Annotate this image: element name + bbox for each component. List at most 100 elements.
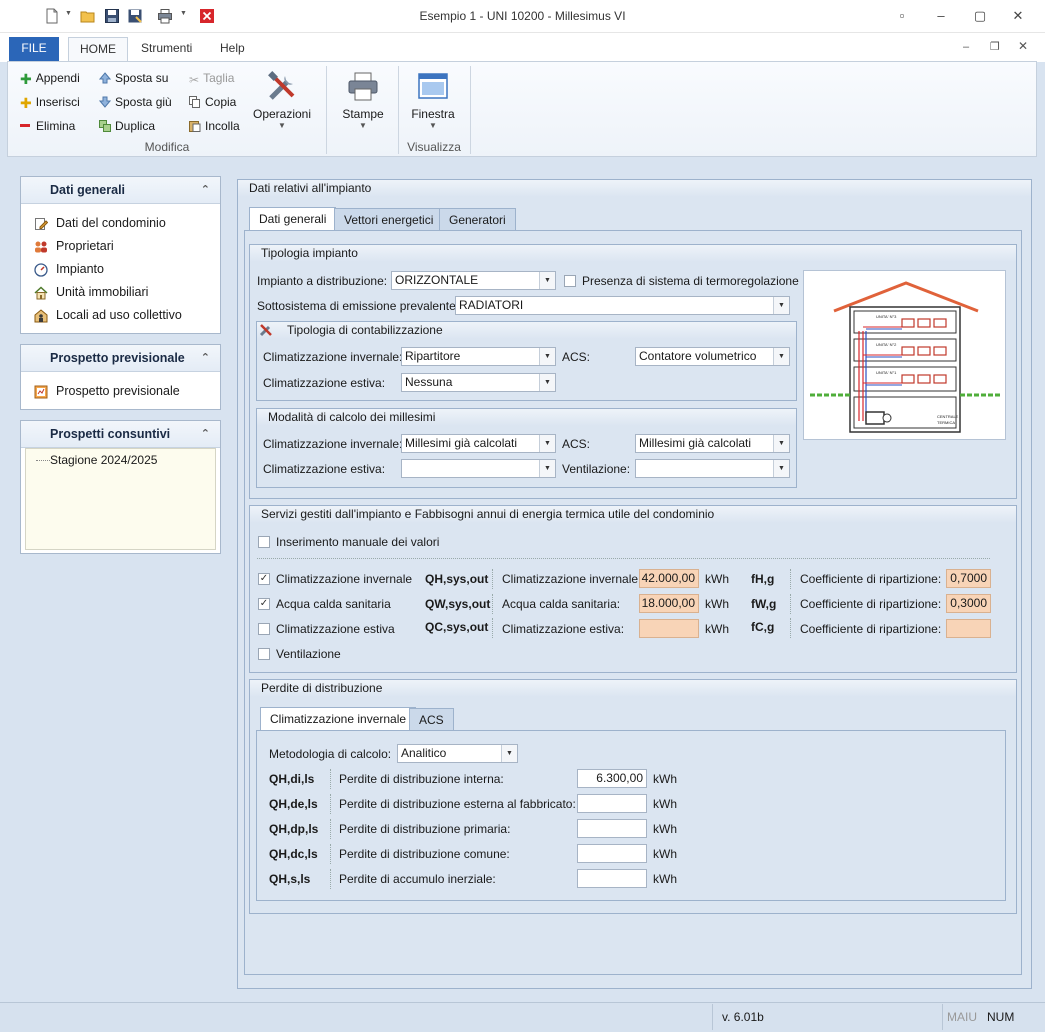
chevron-up-icon[interactable]: ⌃ xyxy=(201,421,210,448)
group-label-visualizza: Visualizza xyxy=(407,140,461,154)
insert-button[interactable]: ✚ Inserisci xyxy=(20,95,80,111)
perdite-comune-field[interactable] xyxy=(577,844,647,863)
minimize-button[interactable]: – xyxy=(931,7,951,25)
contab-inv-label: Climatizzazione invernale: xyxy=(263,350,403,364)
unit-kwh: kWh xyxy=(705,572,729,586)
acs-need-field[interactable]: 18.000,00 xyxy=(639,594,699,613)
metodologia-select[interactable]: Analitico ▼ xyxy=(397,744,518,763)
chevron-down-icon[interactable]: ▼ xyxy=(773,435,789,452)
operations-button[interactable]: Operazioni ▼ xyxy=(250,70,314,130)
distribuzione-label: Impianto a distribuzione: xyxy=(257,274,388,288)
mill-inv-select[interactable]: Millesimi già calcolati ▼ xyxy=(401,434,556,453)
termoregolazione-checkbox[interactable] xyxy=(564,275,576,287)
emissione-select[interactable]: RADIATORI ▼ xyxy=(455,296,790,315)
divider xyxy=(330,869,331,889)
tab-dati-generali[interactable]: Dati generali xyxy=(249,207,337,231)
coef-label: Coefficiente di ripartizione: xyxy=(800,622,942,636)
print-menu-button[interactable]: Stampe ▼ xyxy=(335,70,391,130)
move-up-button[interactable]: Sposta su xyxy=(99,71,168,85)
mill-est-select[interactable]: ▼ xyxy=(401,459,556,478)
duplicate-button[interactable]: Duplica xyxy=(99,119,155,133)
coef-label: Coefficiente di ripartizione: xyxy=(800,597,942,611)
est-service-checkbox[interactable] xyxy=(258,623,270,635)
inv-service-checkbox[interactable]: ✓ xyxy=(258,573,270,585)
ribbon-close-icon[interactable]: ✕ xyxy=(1018,39,1028,53)
divider xyxy=(790,569,791,589)
cut-button[interactable]: ✂ Taglia xyxy=(189,71,234,87)
tab-help[interactable]: Help xyxy=(209,37,256,62)
chevron-down-icon[interactable]: ▼ xyxy=(539,348,555,365)
unit-kwh: kWh xyxy=(653,822,677,836)
coef-inv-field[interactable]: 0,7000 xyxy=(946,569,991,588)
nav-item-locali[interactable]: Locali ad uso collettivo xyxy=(21,304,220,327)
inv-need-field[interactable]: 42.000,00 xyxy=(639,569,699,588)
mill-vent-select[interactable]: ▼ xyxy=(635,459,790,478)
qh-de-ls-symbol: QH,de,ls xyxy=(269,797,318,811)
perdite-interna-field[interactable]: 6.300,00 xyxy=(577,769,647,788)
ribbon-minimize-icon[interactable]: – xyxy=(963,41,969,53)
inv-service-label: Climatizzazione invernale xyxy=(276,572,413,586)
vent-service-checkbox[interactable] xyxy=(258,648,270,660)
nav-item-dati-condominio[interactable]: Dati del condominio xyxy=(21,212,220,235)
tab-vettori-energetici[interactable]: Vettori energetici xyxy=(334,208,444,231)
window-menu-button[interactable]: Finestra ▼ xyxy=(405,70,461,130)
group-servizi: Servizi gestiti dall'impianto e Fabbisog… xyxy=(249,505,1017,673)
gauge-icon xyxy=(34,263,48,277)
close-button[interactable]: ✕ xyxy=(1008,7,1028,25)
move-down-button[interactable]: Sposta giù xyxy=(99,95,172,109)
chevron-down-icon[interactable]: ▼ xyxy=(773,460,789,477)
perdite-accumulo-field[interactable] xyxy=(577,869,647,888)
est-need-field[interactable] xyxy=(639,619,699,638)
chevron-down-icon[interactable]: ▼ xyxy=(539,272,555,289)
restore-layout-button[interactable]: ▫ xyxy=(892,7,912,25)
maximize-button[interactable]: ▢ xyxy=(970,7,990,25)
acs-need-label: Acqua calda sanitaria: xyxy=(502,597,621,611)
contab-inv-select[interactable]: Ripartitore ▼ xyxy=(401,347,556,366)
contab-acs-select[interactable]: Contatore volumetrico ▼ xyxy=(635,347,790,366)
copy-button[interactable]: Copia xyxy=(189,95,236,109)
tab-perdite-acs[interactable]: ACS xyxy=(409,708,454,731)
tools-icon xyxy=(268,71,295,100)
tab-home[interactable]: HOME xyxy=(68,37,128,63)
tools-icon xyxy=(259,324,272,337)
nav-item-impianto[interactable]: Impianto xyxy=(21,258,220,281)
coef-acs-field[interactable]: 0,3000 xyxy=(946,594,991,613)
panel-header-prospetto[interactable]: Prospetto previsionale ⌃ xyxy=(21,345,220,372)
distribuzione-select[interactable]: ORIZZONTALE ▼ xyxy=(391,271,556,290)
unit-kwh: kWh xyxy=(705,622,729,636)
ribbon-separator xyxy=(326,66,327,154)
chevron-down-icon[interactable]: ▼ xyxy=(773,348,789,365)
panel-header-consuntivi[interactable]: Prospetti consuntivi ⌃ xyxy=(21,421,220,448)
chevron-down-icon[interactable]: ▼ xyxy=(539,460,555,477)
contab-acs-label: ACS: xyxy=(562,350,591,364)
tab-perdite-inv[interactable]: Climatizzazione invernale xyxy=(260,707,417,731)
acs-service-checkbox[interactable]: ✓ xyxy=(258,598,270,610)
tab-strumenti[interactable]: Strumenti xyxy=(130,37,203,62)
nav-item-proprietari[interactable]: Proprietari xyxy=(21,235,220,258)
chevron-down-icon[interactable]: ▼ xyxy=(501,745,517,762)
title-bar: ▼ ▼ Esempio 1 - UNI 10200 - Millesimus V… xyxy=(0,0,1045,33)
panel-header-dati-generali[interactable]: Dati generali ⌃ xyxy=(21,177,220,204)
ribbon-separator xyxy=(470,66,471,154)
chevron-up-icon[interactable]: ⌃ xyxy=(201,345,210,372)
perdite-esterna-field[interactable] xyxy=(577,794,647,813)
ribbon-restore-icon[interactable]: ❐ xyxy=(990,40,1000,53)
paste-button[interactable]: Incolla xyxy=(189,119,240,133)
mill-acs-select[interactable]: Millesimi già calcolati ▼ xyxy=(635,434,790,453)
coef-est-field[interactable] xyxy=(946,619,991,638)
chevron-down-icon: ▼ xyxy=(278,121,286,130)
tree-item-stagione[interactable]: Stagione 2024/2025 xyxy=(50,453,157,467)
append-button[interactable]: ✚ Appendi xyxy=(20,71,80,87)
tab-file[interactable]: FILE xyxy=(9,37,59,62)
tab-generatori[interactable]: Generatori xyxy=(439,208,516,231)
nav-item-prospetto-previsionale[interactable]: Prospetto previsionale xyxy=(21,380,220,403)
chevron-down-icon[interactable]: ▼ xyxy=(539,435,555,452)
contab-est-select[interactable]: Nessuna ▼ xyxy=(401,373,556,392)
perdite-primaria-field[interactable] xyxy=(577,819,647,838)
chevron-down-icon[interactable]: ▼ xyxy=(539,374,555,391)
manual-values-checkbox[interactable] xyxy=(258,536,270,548)
chevron-down-icon[interactable]: ▼ xyxy=(773,297,789,314)
chevron-up-icon[interactable]: ⌃ xyxy=(201,177,210,204)
nav-item-unita[interactable]: Unità immobiliari xyxy=(21,281,220,304)
delete-button[interactable]: Elimina xyxy=(20,119,75,133)
